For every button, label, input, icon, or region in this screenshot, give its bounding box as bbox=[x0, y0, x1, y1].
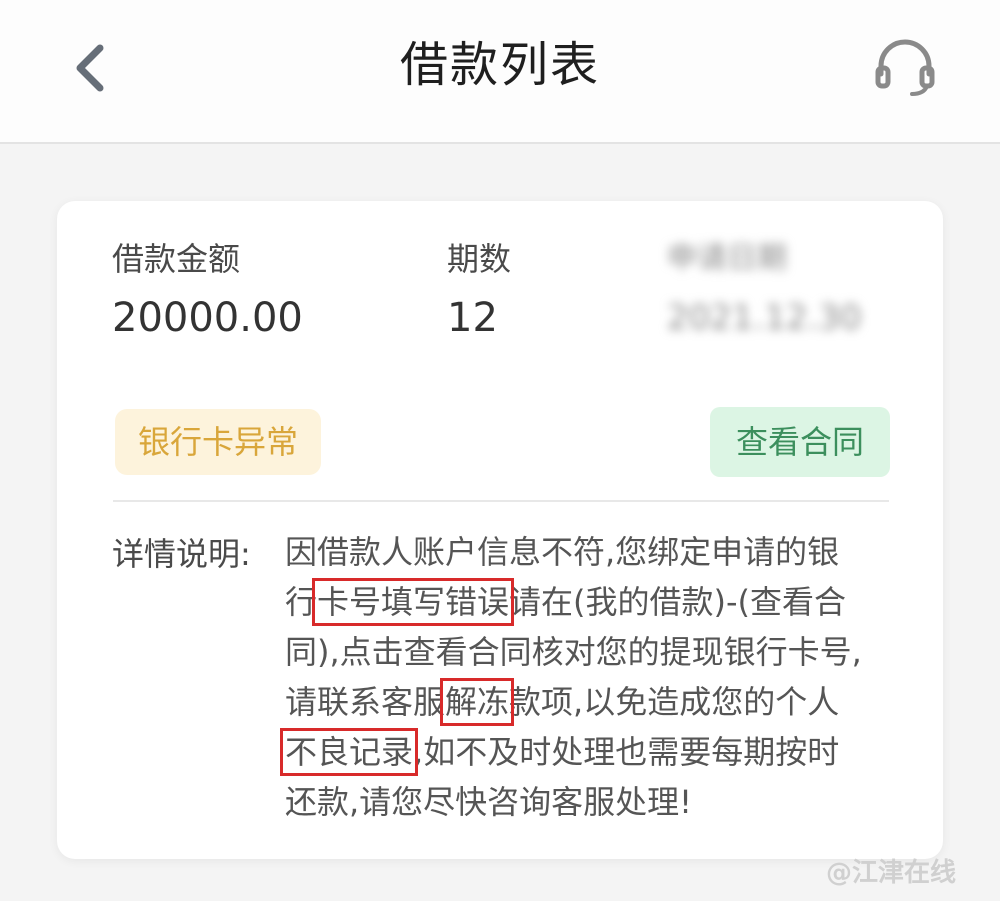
highlighted-text: 解冻 bbox=[440, 678, 515, 726]
detail-line: 同),点击查看合同核对您的提现银行卡号, bbox=[285, 627, 885, 677]
detail-line: 还款,请您尽快咨询客服处理! bbox=[285, 777, 885, 827]
page-title: 借款列表 bbox=[399, 37, 600, 93]
top-bar: 借款列表 bbox=[0, 0, 1000, 144]
detail-segment: 请联系客服 bbox=[285, 683, 446, 721]
detail-label: 详情说明: bbox=[112, 535, 251, 573]
date-value: 2021.12.30 bbox=[667, 298, 862, 338]
detail-segment: 行 bbox=[285, 583, 318, 621]
detail-segment: ,如不及时处理也需要每期按时 bbox=[413, 733, 840, 771]
highlighted-text: 卡号填写错误 bbox=[312, 578, 515, 626]
detail-segment: 还款,请您尽快咨询客服处理! bbox=[285, 783, 693, 821]
watermark: @江津在线 bbox=[826, 858, 957, 888]
view-contract-button[interactable]: 查看合同 bbox=[710, 407, 890, 477]
detail-line: 请联系客服解冻款项,以免造成您的个人 bbox=[285, 677, 885, 727]
highlighted-text: 不良记录 bbox=[279, 728, 419, 776]
periods-value: 12 bbox=[447, 295, 498, 341]
detail-line: 行卡号填写错误请在(我的借款)-(查看合 bbox=[285, 577, 885, 627]
detail-segment: 款项,以免造成您的个人 bbox=[509, 683, 840, 721]
detail-line: 因借款人账户信息不符,您绑定申请的银 bbox=[285, 527, 885, 577]
headset-icon bbox=[875, 39, 935, 96]
detail-segment: 因借款人账户信息不符,您绑定申请的银 bbox=[285, 533, 840, 571]
periods-label: 期数 bbox=[447, 240, 512, 278]
date-label: 申请日期 bbox=[667, 241, 787, 276]
detail-line: 不良记录,如不及时处理也需要每期按时 bbox=[279, 727, 885, 777]
status-badge: 银行卡异常 bbox=[115, 409, 321, 475]
amount-label: 借款金额 bbox=[112, 240, 241, 278]
divider bbox=[113, 500, 889, 502]
detail-text: 因借款人账户信息不符,您绑定申请的银 行卡号填写错误请在(我的借款)-(查看合 同)… bbox=[279, 527, 885, 827]
customer-service-button[interactable] bbox=[872, 38, 938, 98]
amount-value: 20000.00 bbox=[112, 295, 303, 341]
detail-segment: 同),点击查看合同核对您的提现银行卡号, bbox=[285, 633, 862, 671]
detail-segment: 请在(我的借款)-(查看合 bbox=[509, 583, 847, 621]
loan-card: 借款金额 20000.00 期数 12 申请日期 2021.12.30 银行卡异… bbox=[57, 201, 943, 859]
